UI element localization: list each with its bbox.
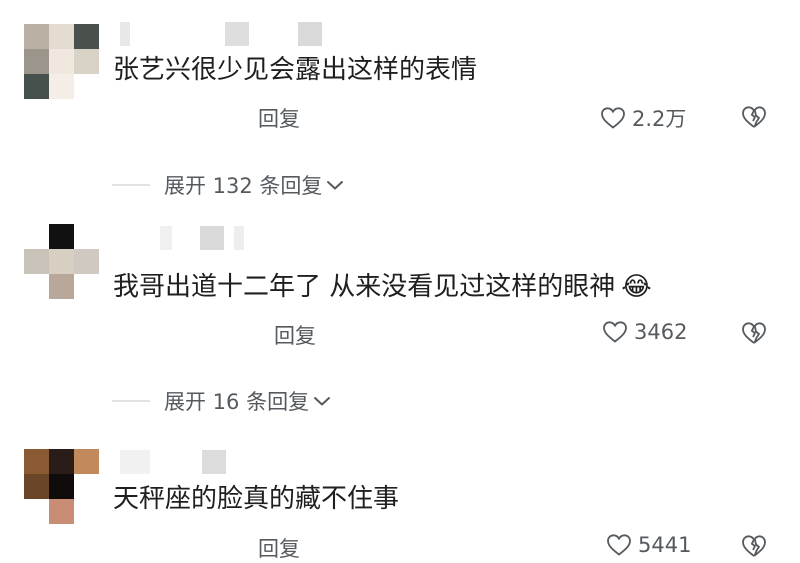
broken-heart-icon <box>740 104 768 130</box>
dislike-button[interactable] <box>740 320 768 346</box>
divider <box>112 184 150 186</box>
reply-button[interactable]: 回复 <box>274 320 316 350</box>
heart-outline-icon <box>600 106 626 130</box>
comment-text-body: 我哥出道十二年了 从来没看见过这样的眼神 <box>113 272 616 302</box>
username-redacted[interactable] <box>120 22 330 46</box>
like-button[interactable]: 2.2万 <box>600 103 686 133</box>
divider <box>112 400 150 402</box>
username-redacted[interactable] <box>120 450 230 474</box>
reply-button[interactable]: 回复 <box>258 533 300 563</box>
reply-button[interactable]: 回复 <box>258 103 300 133</box>
expand-replies-label: 展开 16 条回复 <box>164 390 310 414</box>
expand-replies-button[interactable]: 展开 132 条回复 <box>112 170 344 200</box>
like-count: 5441 <box>638 533 692 557</box>
like-button[interactable]: 5441 <box>606 533 691 557</box>
avatar[interactable] <box>24 449 100 525</box>
chevron-down-icon <box>326 179 344 191</box>
username-redacted[interactable] <box>160 226 260 250</box>
like-count: 3462 <box>634 320 688 344</box>
dislike-button[interactable] <box>740 104 768 130</box>
like-button[interactable]: 3462 <box>602 320 687 344</box>
comment-text: 张艺兴很少见会露出这样的表情 <box>113 55 478 85</box>
heart-outline-icon <box>606 533 632 557</box>
comment-text: 天秤座的脸真的藏不住事 <box>113 484 400 514</box>
expand-replies-button[interactable]: 展开 16 条回复 <box>112 386 331 416</box>
comment-text: 我哥出道十二年了 从来没看见过这样的眼神 😂 <box>113 269 652 305</box>
avatar[interactable] <box>24 224 100 300</box>
dislike-button[interactable] <box>740 533 768 559</box>
chevron-down-icon <box>313 395 331 407</box>
broken-heart-icon <box>740 320 768 346</box>
avatar[interactable] <box>24 24 100 100</box>
laughing-tears-emoji: 😂 <box>621 272 652 302</box>
expand-replies-label: 展开 132 条回复 <box>164 174 323 198</box>
heart-outline-icon <box>602 320 628 344</box>
like-count: 2.2万 <box>632 107 687 131</box>
broken-heart-icon <box>740 533 768 559</box>
